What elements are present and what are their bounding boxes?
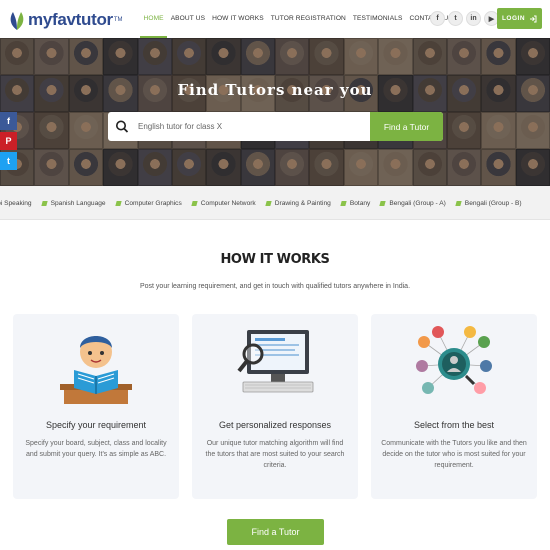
tag-icon <box>455 200 462 206</box>
linkedin-icon[interactable]: in <box>466 11 481 26</box>
logo[interactable]: myfavtutor TM <box>8 8 123 32</box>
share-sidebar: f P t <box>0 112 17 172</box>
nav-home[interactable]: HOME <box>140 0 168 38</box>
card-description: Our unique tutor matching algorithm will… <box>205 440 345 469</box>
card-description: Specify your board, subject, class and l… <box>25 440 167 458</box>
ticker-subject-label: Drawing & Painting <box>274 199 331 207</box>
ticker-subject-label: Computer Graphics <box>124 199 182 207</box>
card-description: Communicate with the Tutors you like and… <box>381 440 527 469</box>
logo-text: myfavtutor <box>28 10 113 29</box>
ticker-subject-label: Spanish Language <box>50 199 106 207</box>
how-it-works-title: HOW IT WORKS <box>220 252 330 267</box>
card-personalized-responses: Get personalized responses Our unique tu… <box>192 314 358 499</box>
student-reading-icon <box>60 336 132 404</box>
hero-title: Find Tutors near you <box>177 81 373 99</box>
hero-banner: Find Tutors near you Find a Tutor <box>0 38 550 186</box>
social-links: f t in ▶ <box>430 11 499 26</box>
site-header: myfavtutor TM HOME ABOUT US HOW IT WORKS… <box>0 0 550 38</box>
logo-leaf-icon <box>10 12 24 30</box>
login-label: LOGIN <box>501 15 526 22</box>
nav-testimonials[interactable]: TESTIMONIALS <box>349 0 406 38</box>
find-a-tutor-button[interactable]: Find a Tutor <box>227 519 324 545</box>
find-a-tutor-search-button[interactable]: Find a Tutor <box>370 112 443 141</box>
computer-search-icon <box>237 330 314 393</box>
pinterest-share-icon[interactable]: P <box>0 132 17 150</box>
ticker-subject-label: Computer Network <box>200 199 256 207</box>
card-specify-requirement: Specify your requirement Specify your bo… <box>13 314 179 499</box>
search-icon <box>108 112 136 141</box>
nav-tutor-registration[interactable]: TUTOR REGISTRATION <box>267 0 349 38</box>
facebook-share-icon[interactable]: f <box>0 112 17 130</box>
tutor-network-icon <box>416 326 492 394</box>
main-nav: HOME ABOUT US HOW IT WORKS TUTOR REGISTR… <box>140 0 456 38</box>
how-it-works-subtitle: Post your learning requirement, and get … <box>139 283 411 290</box>
ticker-subject-item[interactable]: jabi Speaking <box>0 200 32 207</box>
ticker-subject-label: Bengali (Group - A) <box>389 199 446 207</box>
card-select-best: Select from the best Communicate with th… <box>371 314 537 499</box>
card-title: Select from the best <box>413 420 495 430</box>
ticker-subject-item[interactable]: Drawing & Painting <box>265 199 331 207</box>
search-bar: Find a Tutor <box>108 112 443 141</box>
ticker-subject-item[interactable]: Bengali (Group - A) <box>379 199 446 207</box>
ticker-subject-item[interactable]: Computer Graphics <box>114 199 182 207</box>
nav-about-us[interactable]: ABOUT US <box>167 0 208 38</box>
tag-icon <box>379 200 387 206</box>
login-arrow-icon <box>530 15 537 22</box>
ticker-subject-item[interactable]: Computer Network <box>191 199 256 207</box>
tag-icon <box>114 200 122 206</box>
twitter-share-icon[interactable]: t <box>0 152 17 170</box>
ticker-subject-item[interactable]: Bengali (Group - B) <box>455 199 522 207</box>
card-title: Specify your requirement <box>45 420 147 430</box>
subject-ticker: jabi Speaking Spanish Language Computer Gr… <box>0 186 550 220</box>
ticker-subject-label: Bengali (Group - B) <box>464 199 522 207</box>
search-input[interactable] <box>136 112 370 141</box>
tag-icon <box>340 200 347 206</box>
tag-icon <box>265 200 272 206</box>
logo-trademark: TM <box>113 17 123 23</box>
ticker-subject-item[interactable]: Spanish Language <box>40 199 106 207</box>
ticker-subject-label: jabi Speaking <box>0 199 32 207</box>
facebook-icon[interactable]: f <box>430 11 445 26</box>
twitter-icon[interactable]: t <box>448 11 463 26</box>
tag-icon <box>40 200 48 206</box>
card-title: Get personalized responses <box>218 420 332 430</box>
ticker-subject-item[interactable]: Botany <box>340 199 371 207</box>
nav-how-it-works[interactable]: HOW IT WORKS <box>209 0 268 38</box>
login-button[interactable]: LOGIN <box>497 8 542 29</box>
ticker-subject-label: Botany <box>349 199 371 207</box>
tag-icon <box>191 200 198 206</box>
